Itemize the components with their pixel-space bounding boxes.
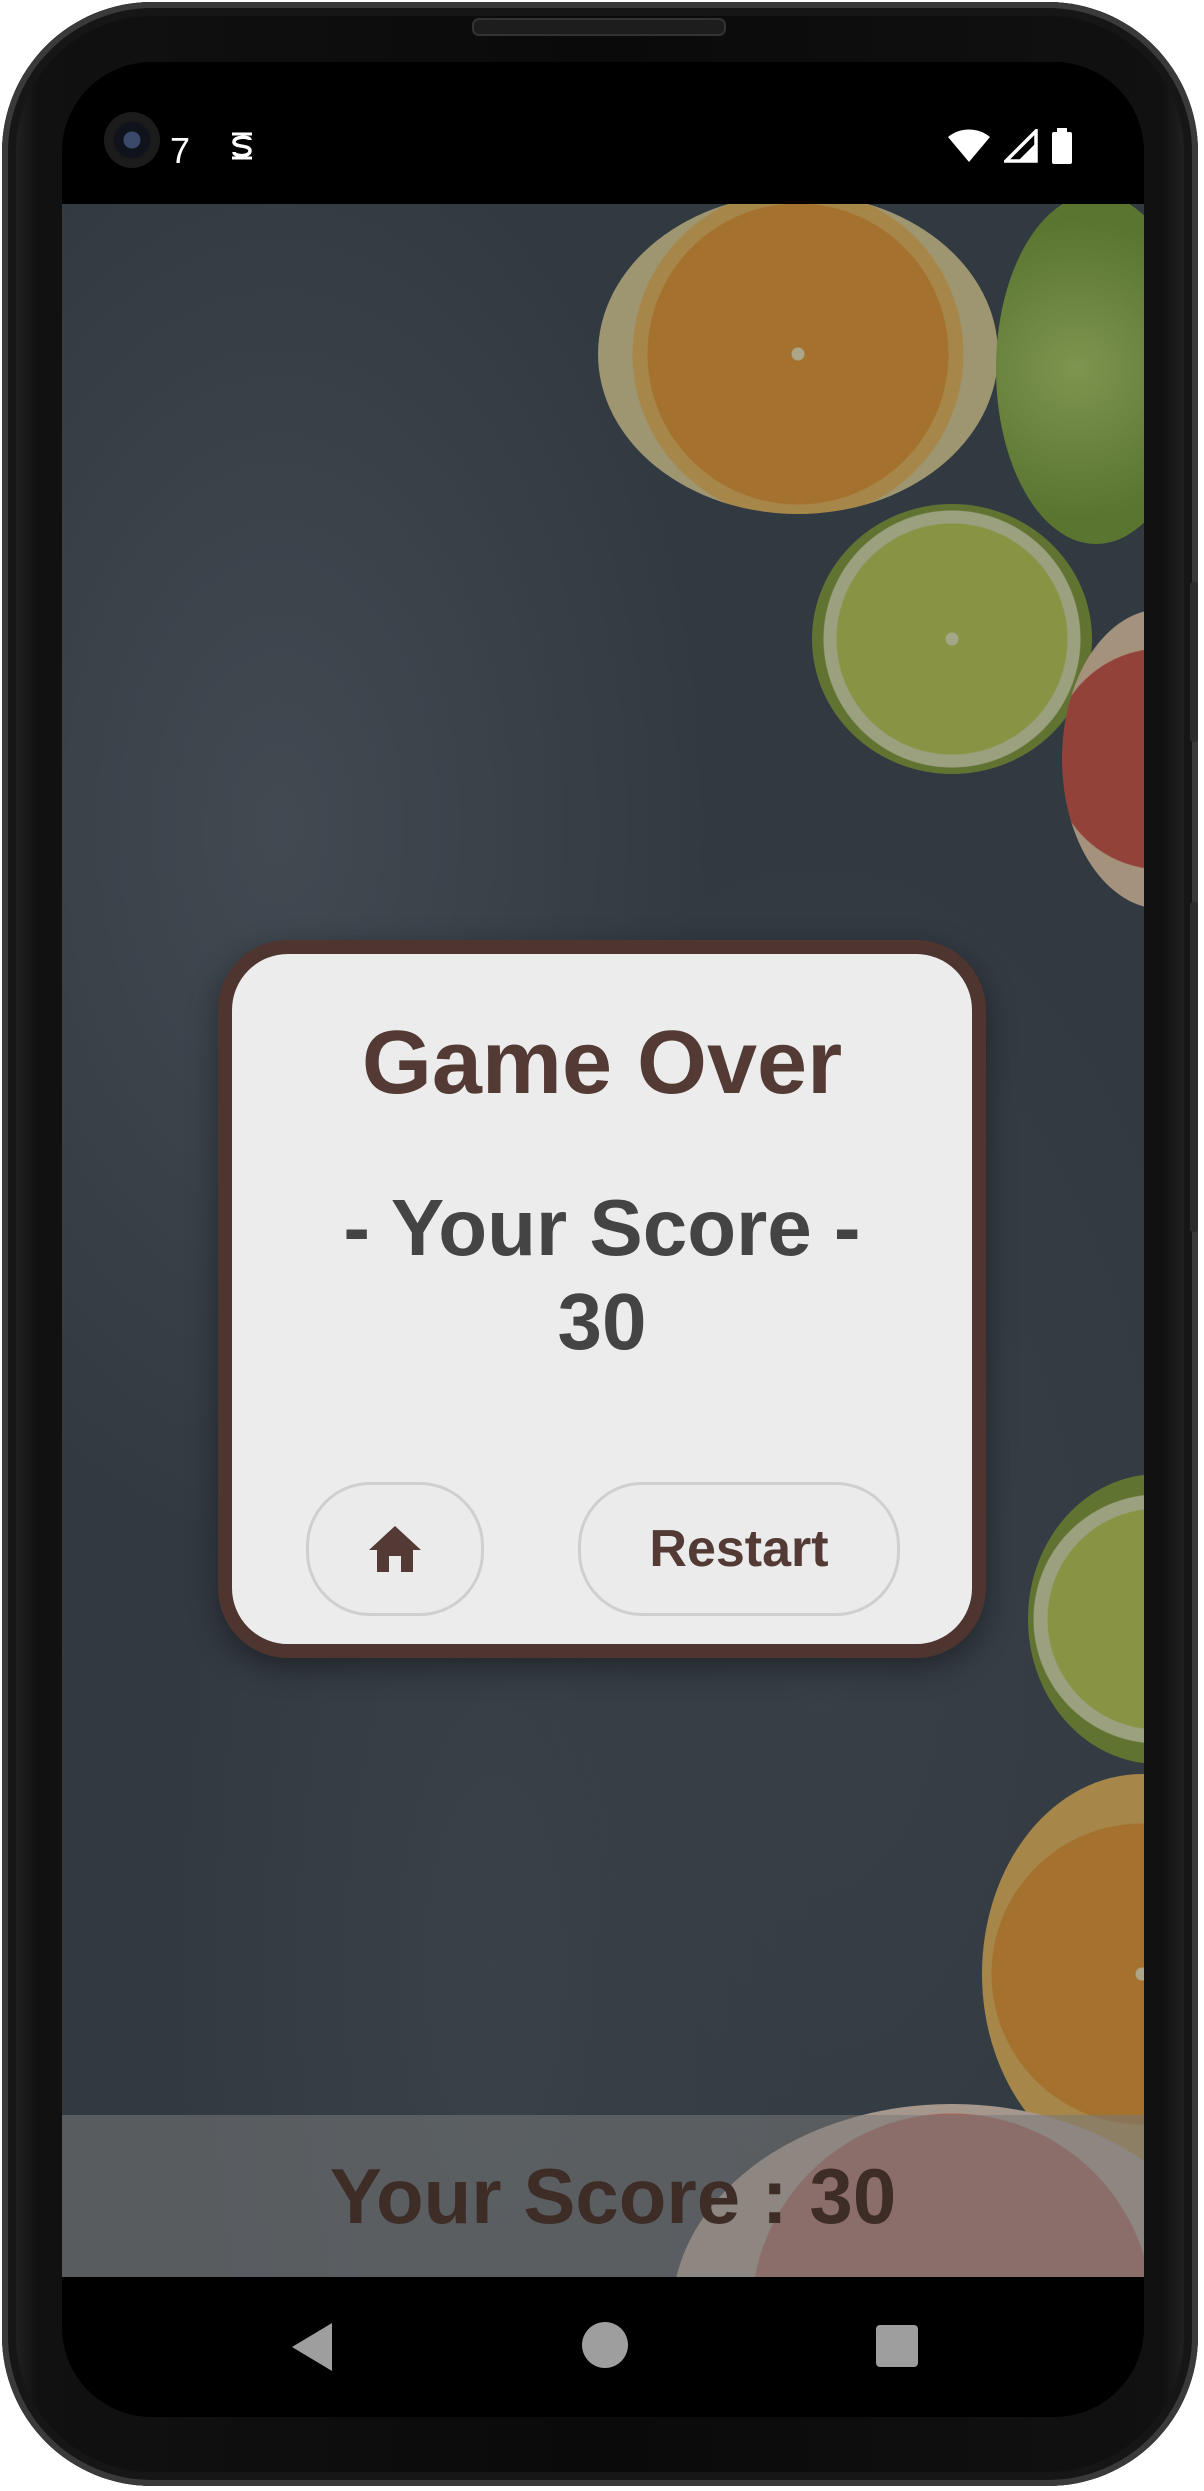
navigation-bar (62, 2277, 1144, 2417)
battery-icon (1052, 128, 1072, 164)
status-time: 7 (170, 130, 191, 171)
game-screen: Your Score : 30 Game Over - Your Score -… (62, 204, 1144, 2277)
volume-button (1190, 582, 1198, 742)
score-label: - Your Score - (343, 1183, 861, 1272)
score-bar: Your Score : 30 (62, 2115, 1144, 2277)
cell-signal-icon (1004, 129, 1038, 163)
home-button[interactable] (306, 1482, 484, 1616)
home-icon (369, 1526, 421, 1572)
dialog-title: Game Over (361, 1013, 843, 1113)
phone-frame: 7 Your Score: 30 Game Over - Your Score… (2, 2, 1198, 2486)
score-bar-text: Your Score : 30 (329, 2151, 897, 2240)
status-icons (948, 128, 1072, 164)
front-camera (104, 112, 160, 168)
status-bar: 7 (62, 62, 1144, 204)
wifi-icon (948, 129, 990, 162)
power-button (1190, 902, 1198, 1232)
sync-s-icon (232, 132, 252, 160)
screen: 7 Your Score: 30 Game Over - Your Score… (62, 62, 1144, 2417)
back-icon[interactable] (284, 2319, 340, 2375)
home-circle-icon[interactable] (582, 2322, 628, 2368)
restart-button[interactable]: Restart (578, 1482, 900, 1616)
earpiece-speaker (472, 18, 726, 36)
game-over-dialog: Game Over - Your Score - 30 Restart (218, 940, 986, 1658)
recents-icon[interactable] (876, 2325, 918, 2367)
score-value: 30 (557, 1277, 647, 1366)
